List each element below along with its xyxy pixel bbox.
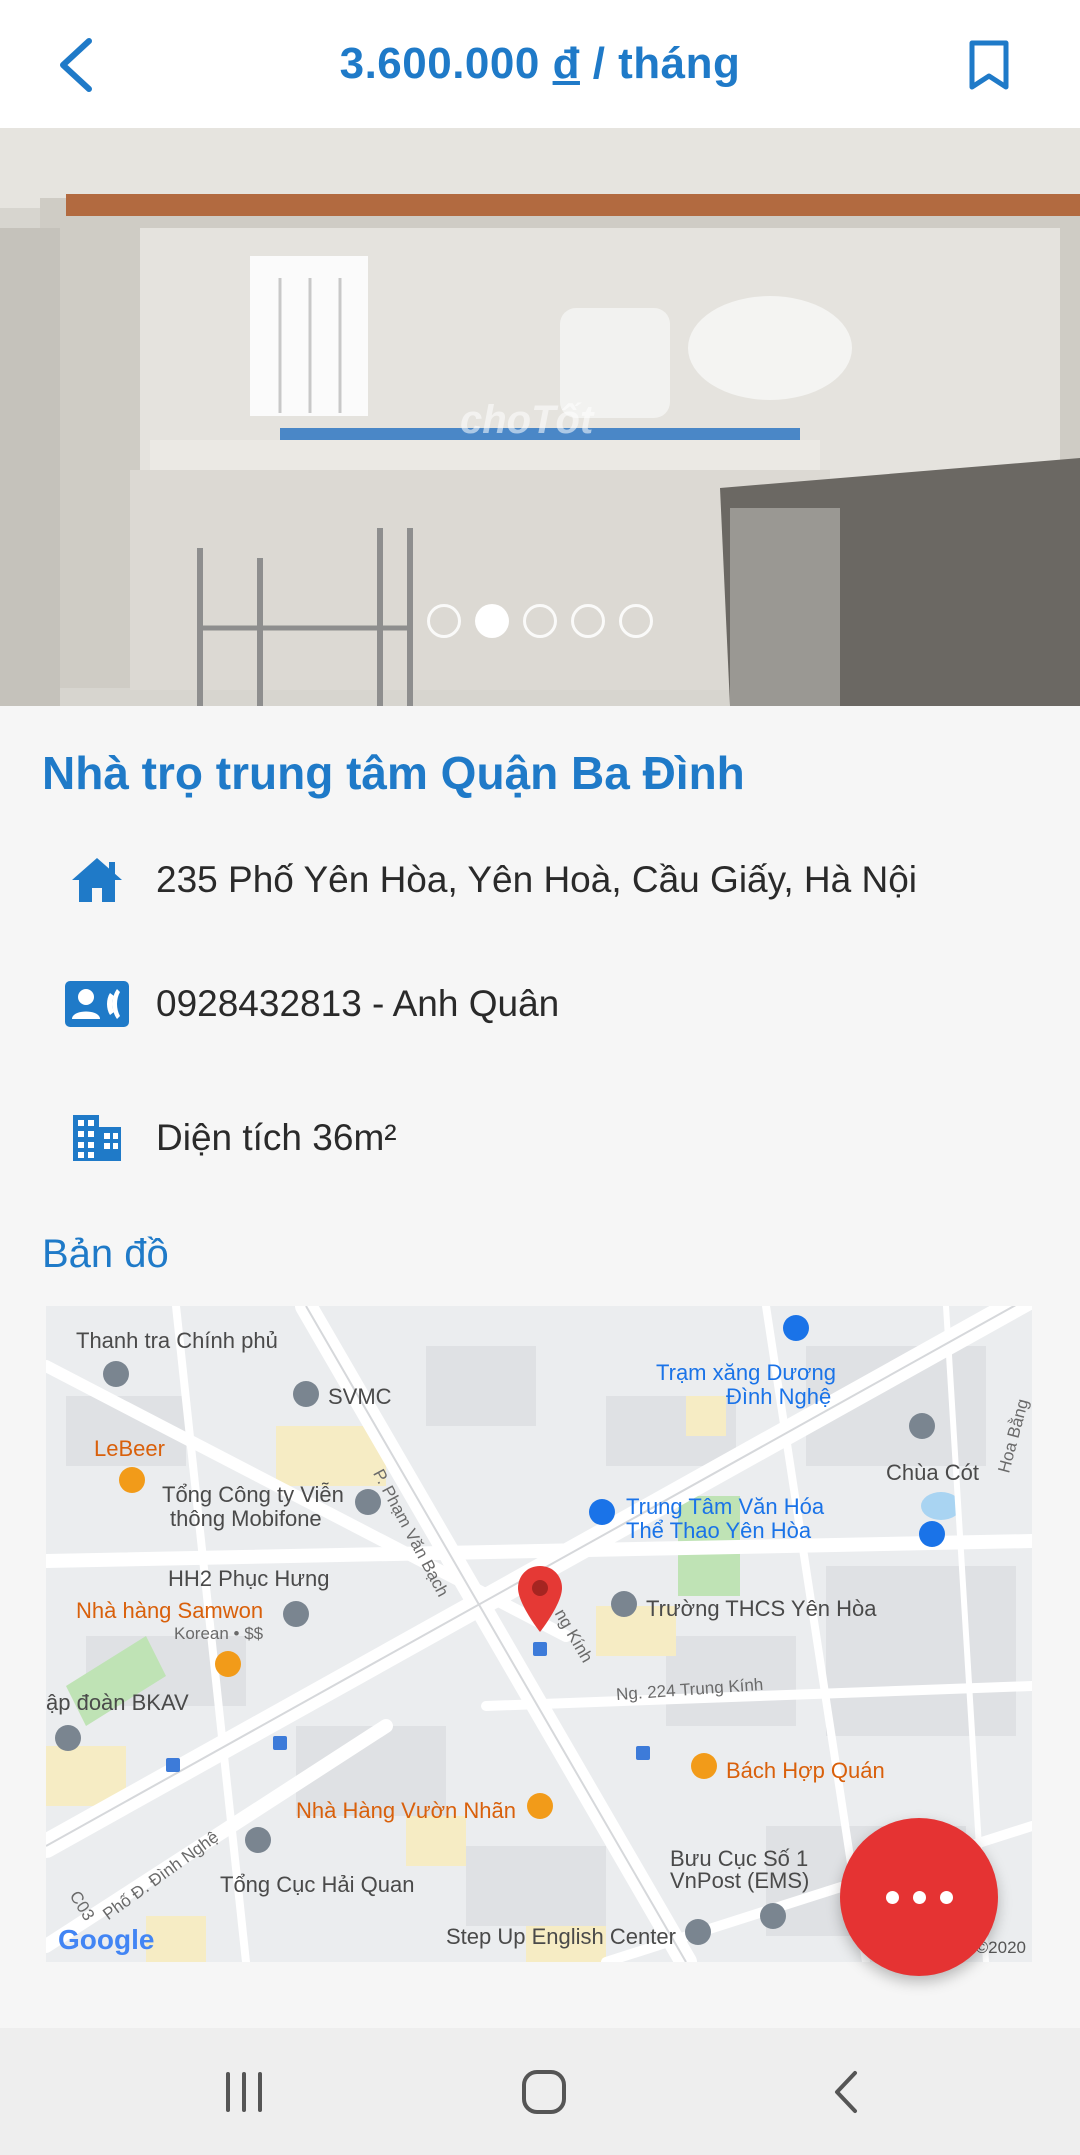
carousel-dot[interactable] [571, 604, 605, 638]
contact-text[interactable]: 0928432813 - Anh Quân [156, 983, 559, 1025]
address-row: 235 Phố Yên Hòa, Yên Hoà, Cầu Giấy, Hà N… [64, 840, 917, 920]
back-nav-button[interactable] [806, 2060, 886, 2124]
bookmark-icon [969, 40, 1009, 90]
recents-icon [226, 2072, 262, 2112]
price-unit: / tháng [592, 39, 741, 88]
contact-row[interactable]: 0928432813 - Anh Quân [64, 964, 559, 1044]
carousel-dot-active[interactable] [475, 604, 509, 638]
price-title: 3.600.000 đ / tháng [340, 39, 741, 89]
area-text: Diện tích 36m² [156, 1117, 397, 1158]
home-nav-button[interactable] [504, 2060, 584, 2124]
google-logo: Google [58, 1924, 154, 1956]
carousel-dot[interactable] [427, 604, 461, 638]
carousel-dot[interactable] [523, 604, 557, 638]
price-currency: đ [552, 39, 580, 88]
recents-button[interactable] [204, 2060, 284, 2124]
area-row: Diện tích 36m² [64, 1098, 397, 1178]
more-actions-button[interactable] [840, 1818, 998, 1976]
more-icon [879, 1890, 960, 1904]
location-marker[interactable] [516, 1564, 564, 1634]
carousel-dot[interactable] [619, 604, 653, 638]
back-icon [60, 38, 92, 92]
back-nav-icon [835, 2071, 857, 2113]
home-icon [64, 847, 130, 913]
system-nav-bar [0, 2028, 1080, 2155]
back-button[interactable] [40, 30, 110, 100]
price-amount: 3.600.000 [339, 39, 540, 88]
home-nav-icon [522, 2070, 566, 2114]
address-text: 235 Phố Yên Hòa, Yên Hoà, Cầu Giấy, Hà N… [156, 859, 918, 900]
photo-carousel[interactable]: choTốt [0, 128, 1080, 706]
carousel-indicator [0, 604, 1080, 638]
bookmark-button[interactable] [954, 30, 1024, 100]
contact-card-icon [64, 971, 130, 1037]
google-logo-text: Google [58, 1924, 155, 1955]
listing-title: Nhà trọ trung tâm Quận Ba Đình [42, 747, 745, 799]
building-icon [64, 1105, 130, 1171]
map-section-title: Bản đồ [42, 1232, 169, 1276]
photo-watermark: choTốt [460, 398, 594, 442]
app-header: 3.600.000 đ / tháng [0, 0, 1080, 128]
